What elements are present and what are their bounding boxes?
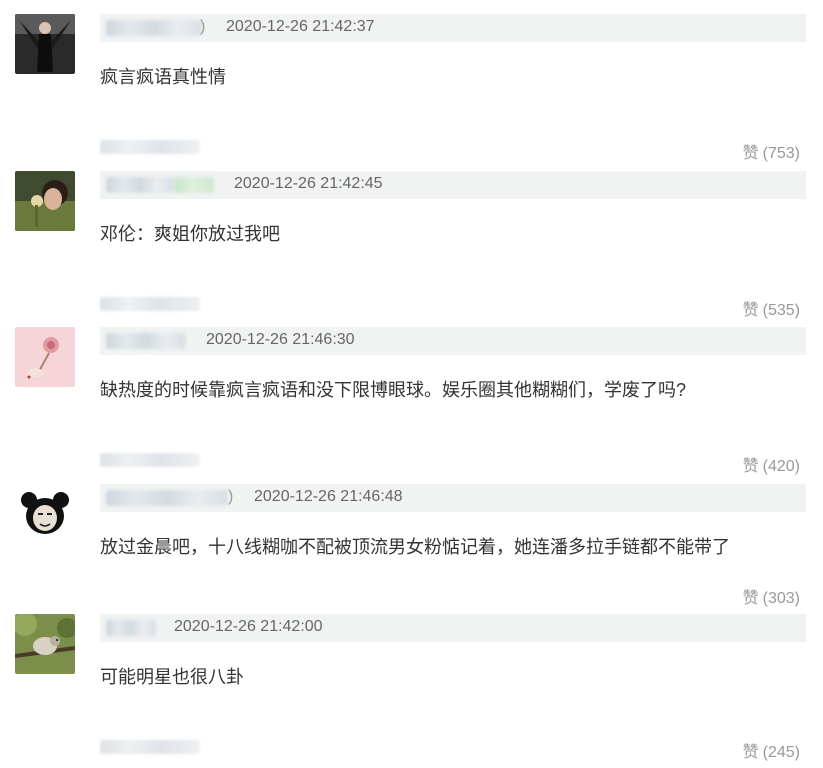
- comment-time: 2020-12-26 21:46:48: [254, 488, 403, 505]
- like-count: (245): [762, 744, 800, 761]
- reply-info-blurred: [100, 140, 200, 154]
- username-blurred[interactable]: [106, 20, 202, 36]
- like-button[interactable]: 赞 (535): [743, 296, 800, 320]
- comment-text: 放过金晨吧，十八线糊咖不配被顶流男女粉惦记着，她连潘多拉手链都不能带了: [100, 537, 730, 557]
- avatar[interactable]: [15, 14, 75, 74]
- like-label: 赞: [742, 458, 759, 475]
- like-count: (303): [762, 590, 800, 607]
- comment-time: 2020-12-26 21:42:37: [226, 18, 375, 35]
- like-label: 赞: [742, 744, 759, 761]
- like-label: 赞: [742, 302, 759, 319]
- avatar[interactable]: [15, 484, 75, 544]
- avatar-bird-tree-icon: [15, 614, 75, 674]
- username-blurred[interactable]: [106, 177, 174, 193]
- avatar-woman-flower-icon: [15, 171, 75, 231]
- comment-text: 邓伦：爽姐你放过我吧: [100, 224, 280, 244]
- like-count: (420): [762, 458, 800, 475]
- comment-header: 2020-12-26 21:46:30: [100, 327, 806, 355]
- like-label: 赞: [742, 590, 759, 607]
- avatar-pink-rose-icon: [15, 327, 75, 387]
- user-badge-blurred: [174, 177, 214, 193]
- comment-header: 2020-12-26 21:42:00: [100, 614, 806, 642]
- comment-time: 2020-12-26 21:42:00: [174, 618, 323, 635]
- comment-time: 2020-12-26 21:42:45: [234, 175, 383, 192]
- username-blurred[interactable]: [106, 333, 186, 349]
- avatar[interactable]: [15, 171, 75, 231]
- username-suffix: ): [200, 18, 206, 35]
- comment-header: ) 2020-12-26 21:42:37: [100, 14, 806, 42]
- comment-header: ) 2020-12-26 21:46:48: [100, 484, 806, 512]
- avatar-panda-meme-icon: [15, 484, 75, 544]
- avatar-dark-figure-icon: [15, 14, 75, 74]
- like-button[interactable]: 赞 (303): [743, 584, 800, 608]
- like-button[interactable]: 赞 (245): [743, 738, 800, 762]
- like-label: 赞: [742, 145, 759, 162]
- comment-text: 疯言疯语真性情: [100, 67, 226, 87]
- reply-info-blurred: [100, 453, 200, 467]
- reply-info-blurred: [100, 297, 200, 311]
- comment-text: 缺热度的时候靠疯言疯语和没下限博眼球。娱乐圈其他糊糊们，学废了吗?: [100, 380, 687, 400]
- like-button[interactable]: 赞 (420): [743, 452, 800, 476]
- comment-time: 2020-12-26 21:46:30: [206, 331, 355, 348]
- username-blurred[interactable]: [106, 490, 228, 506]
- reply-info-blurred: [100, 740, 200, 754]
- username-blurred[interactable]: [106, 620, 156, 636]
- comment-text: 可能明星也很八卦: [100, 667, 244, 687]
- username-suffix: ): [228, 488, 234, 505]
- like-count: (535): [762, 302, 800, 319]
- like-count: (753): [762, 145, 800, 162]
- comment-header: 2020-12-26 21:42:45: [100, 171, 806, 199]
- avatar[interactable]: [15, 327, 75, 387]
- avatar[interactable]: [15, 614, 75, 674]
- like-button[interactable]: 赞 (753): [743, 139, 800, 163]
